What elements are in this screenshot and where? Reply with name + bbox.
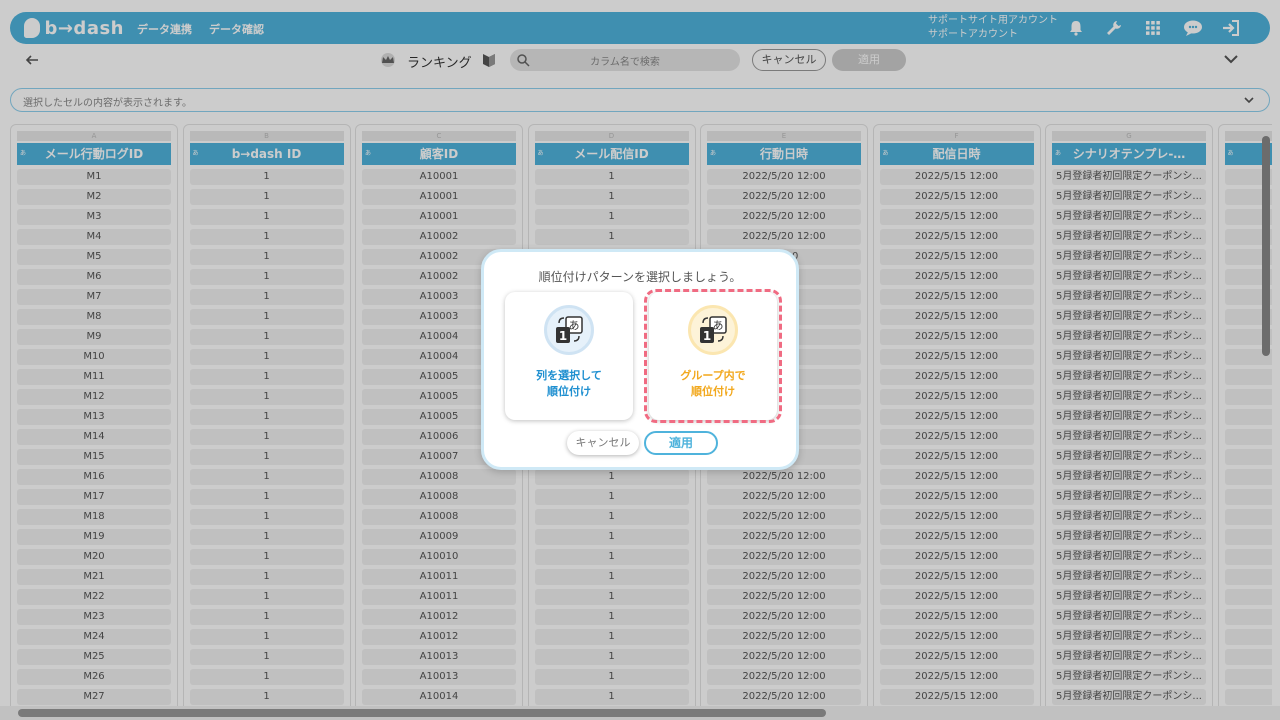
icon-char-text: あ (569, 319, 580, 332)
rank-swap-icon: あ 1 (556, 316, 583, 343)
option-rank-by-column[interactable]: あ 1 列を選択して 順位付け (505, 292, 633, 420)
ranking-pattern-dialog: 順位付けパターンを選択しましょう。 あ 1 列を選択して 順位付け あ 1 グル… (481, 249, 799, 470)
option-rank-by-column-label: 列を選択して 順位付け (505, 368, 633, 400)
dialog-title: 順位付けパターンを選択しましょう。 (538, 270, 742, 284)
rank-option-icon: あ 1 (544, 305, 594, 355)
option1-line2: 順位付け (547, 385, 591, 398)
dialog-cancel-button[interactable]: キャンセル (567, 431, 639, 455)
highlight-dashed-border (644, 289, 782, 423)
option1-line1: 列を選択して (536, 369, 602, 382)
icon-num-text: 1 (559, 329, 567, 343)
dialog-apply-button[interactable]: 適用 (644, 431, 718, 455)
